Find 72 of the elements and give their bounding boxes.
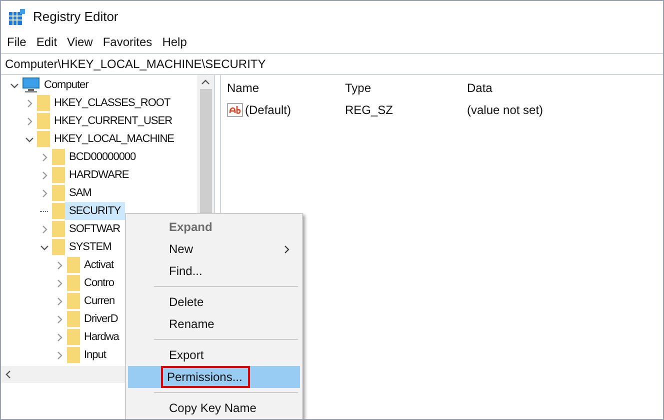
address-bar[interactable]: Computer\HKEY_LOCAL_MACHINE\SECURITY xyxy=(1,53,663,75)
app-icon xyxy=(9,9,25,25)
menu-item[interactable]: Find... xyxy=(128,260,300,282)
menu-item[interactable]: Permissions... xyxy=(128,366,300,388)
tree-item[interactable]: Computer xyxy=(40,76,92,94)
folder-icon xyxy=(67,329,80,345)
folder-icon xyxy=(37,131,50,147)
tree-item[interactable]: HKEY_CURRENT_USER xyxy=(50,112,176,130)
tree-item[interactable]: HARDWARE xyxy=(65,166,133,184)
tree-item[interactable]: Activat xyxy=(80,256,118,274)
chevron-right-icon[interactable] xyxy=(54,332,64,342)
chevron-right-icon xyxy=(284,244,290,254)
folder-icon xyxy=(52,203,65,219)
menu-item[interactable]: Edit xyxy=(36,33,58,51)
string-value-icon xyxy=(227,103,243,117)
chevron-right-icon[interactable] xyxy=(54,314,64,324)
table-cell-text: REG_SZ xyxy=(344,102,394,119)
chevron-right-icon[interactable] xyxy=(54,296,64,306)
tree-item[interactable]: BCD00000000 xyxy=(65,148,140,166)
tree-item[interactable]: Contro xyxy=(80,274,118,292)
chevron-right-icon[interactable] xyxy=(40,170,48,180)
menu-item[interactable]: Delete xyxy=(128,291,300,313)
menu-item[interactable]: Favorites xyxy=(102,33,152,51)
tree-item[interactable]: Hardwa xyxy=(80,328,123,346)
scroll-left-icon[interactable] xyxy=(5,370,11,379)
chevron-down-icon[interactable] xyxy=(10,80,18,90)
chevron-right-icon[interactable] xyxy=(40,224,48,234)
scroll-up-icon[interactable] xyxy=(201,79,210,85)
tree-item[interactable]: SAM xyxy=(65,184,96,202)
tree-item[interactable]: HKEY_CLASSES_ROOT xyxy=(50,94,174,112)
column-header[interactable]: Data xyxy=(461,79,498,97)
folder-icon xyxy=(67,347,80,363)
column-header[interactable]: Name xyxy=(221,79,339,97)
column-header[interactable]: Type xyxy=(339,79,461,97)
folder-icon xyxy=(37,113,50,129)
tree-item[interactable]: SECURITY xyxy=(65,202,125,220)
tree-item[interactable]: Input xyxy=(80,346,110,364)
tree-item[interactable]: DriverD xyxy=(80,310,122,328)
folder-icon xyxy=(67,275,80,291)
table-cell-text: (value not set) xyxy=(466,102,544,119)
chevron-right-icon[interactable] xyxy=(54,350,64,360)
menu-item[interactable]: New xyxy=(128,238,300,260)
monitor-icon xyxy=(22,77,40,93)
chevron-right-icon[interactable] xyxy=(54,260,64,270)
menu-item[interactable]: Rename xyxy=(128,313,300,335)
chevron-right-icon[interactable] xyxy=(40,188,48,198)
folder-icon xyxy=(67,257,80,273)
folder-icon xyxy=(52,149,65,165)
folder-icon xyxy=(67,311,80,327)
folder-icon xyxy=(52,239,65,255)
tree-item[interactable]: Curren xyxy=(80,292,119,310)
chevron-right-icon[interactable] xyxy=(24,98,34,108)
menu-item[interactable]: File xyxy=(7,33,26,51)
menu-item[interactable]: View xyxy=(67,33,93,51)
folder-icon xyxy=(52,167,65,183)
folder-icon xyxy=(52,185,65,201)
menu-item[interactable]: Export xyxy=(128,344,300,366)
chevron-right-icon[interactable] xyxy=(54,278,64,288)
menu-item[interactable]: Copy Key Name xyxy=(128,397,300,419)
tree-item[interactable]: SYSTEM xyxy=(65,238,116,256)
folder-icon xyxy=(67,293,80,309)
tree-item[interactable]: HKEY_LOCAL_MACHINE xyxy=(50,130,178,148)
chevron-down-icon[interactable] xyxy=(40,242,48,252)
window-title: Registry Editor xyxy=(33,8,118,26)
folder-icon xyxy=(37,95,50,111)
folder-icon xyxy=(52,221,65,237)
table-cell-text: (Default) xyxy=(245,102,292,119)
chevron-right-icon[interactable] xyxy=(24,116,34,126)
tree-item[interactable]: SOFTWAR xyxy=(65,220,124,238)
chevron-down-icon[interactable] xyxy=(24,134,34,144)
menu-item[interactable]: Help xyxy=(162,33,187,51)
chevron-right-icon[interactable] xyxy=(40,152,48,162)
